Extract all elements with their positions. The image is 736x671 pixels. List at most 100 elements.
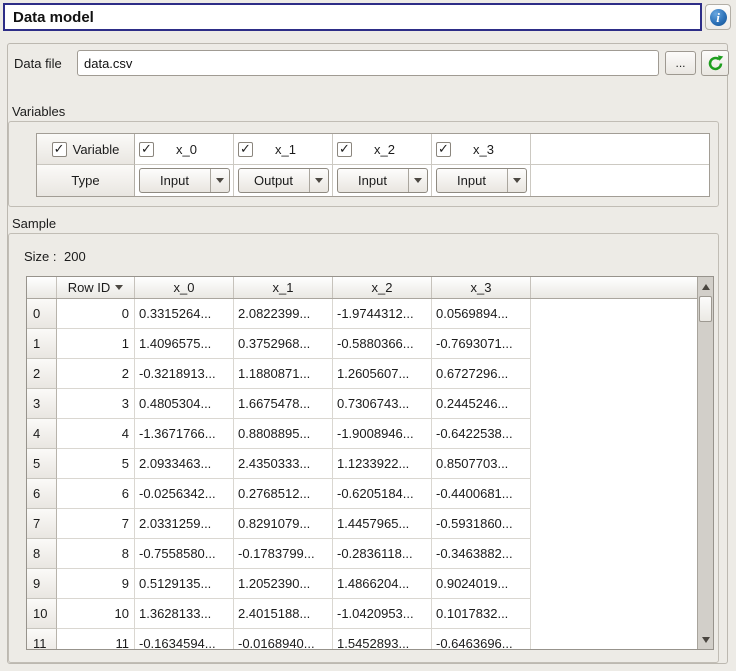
cell-x_1[interactable]: 1.1880871... (234, 359, 333, 389)
cell-x_1[interactable]: 0.2768512... (234, 479, 333, 509)
row-number-cell[interactable]: 10 (27, 599, 57, 629)
cell-x_0[interactable]: -0.7558580... (135, 539, 234, 569)
row-id-cell[interactable]: 0 (57, 299, 135, 329)
cell-x_3[interactable]: 0.6727296... (432, 359, 531, 389)
checkbox-x_1[interactable] (238, 142, 253, 157)
table-row[interactable]: 7 7 2.0331259... 0.8291079... 1.4457965.… (27, 509, 713, 539)
vertical-scrollbar[interactable] (697, 277, 713, 649)
cell-x_1[interactable]: 0.8291079... (234, 509, 333, 539)
cell-x_0[interactable]: 1.3628133... (135, 599, 234, 629)
cell-x_2[interactable]: 1.2605607... (333, 359, 432, 389)
combo-arrow-box[interactable] (507, 169, 526, 192)
type-combo-x_2[interactable]: Input (337, 168, 428, 193)
cell-x_3[interactable]: 0.9024019... (432, 569, 531, 599)
row-id-cell[interactable]: 1 (57, 329, 135, 359)
table-row[interactable]: 4 4 -1.3671766... 0.8808895... -1.900894… (27, 419, 713, 449)
column-header-x_2[interactable]: x_2 (333, 277, 432, 298)
row-id-cell[interactable]: 11 (57, 629, 135, 650)
cell-x_0[interactable]: -0.0256342... (135, 479, 234, 509)
variable-cell-x_0[interactable]: x_0 (135, 134, 234, 165)
cell-x_2[interactable]: 1.4457965... (333, 509, 432, 539)
cell-x_2[interactable]: 1.1233922... (333, 449, 432, 479)
table-row[interactable]: 1 1 1.4096575... 0.3752968... -0.5880366… (27, 329, 713, 359)
column-header-x_1[interactable]: x_1 (234, 277, 333, 298)
cell-x_2[interactable]: -0.2836118... (333, 539, 432, 569)
type-combo-x_1[interactable]: Output (238, 168, 329, 193)
cell-x_3[interactable]: 0.0569894... (432, 299, 531, 329)
cell-x_1[interactable]: 0.8808895... (234, 419, 333, 449)
info-button[interactable]: i (705, 4, 731, 30)
row-number-cell[interactable]: 7 (27, 509, 57, 539)
cell-x_1[interactable]: 2.4350333... (234, 449, 333, 479)
row-id-cell[interactable]: 3 (57, 389, 135, 419)
cell-x_3[interactable]: -0.7693071... (432, 329, 531, 359)
table-row[interactable]: 3 3 0.4805304... 1.6675478... 0.7306743.… (27, 389, 713, 419)
cell-x_0[interactable]: 0.5129135... (135, 569, 234, 599)
table-row[interactable]: 5 5 2.0933463... 2.4350333... 1.1233922.… (27, 449, 713, 479)
variable-cell-x_3[interactable]: x_3 (432, 134, 531, 165)
cell-x_0[interactable]: 1.4096575... (135, 329, 234, 359)
row-id-cell[interactable]: 6 (57, 479, 135, 509)
variable-row-header[interactable]: Variable (37, 134, 135, 165)
cell-x_2[interactable]: -1.9008946... (333, 419, 432, 449)
row-number-cell[interactable]: 11 (27, 629, 57, 650)
row-number-cell[interactable]: 8 (27, 539, 57, 569)
column-header-x_0[interactable]: x_0 (135, 277, 234, 298)
cell-x_1[interactable]: 2.0822399... (234, 299, 333, 329)
row-number-cell[interactable]: 1 (27, 329, 57, 359)
table-row[interactable]: 10 10 1.3628133... 2.4015188... -1.04209… (27, 599, 713, 629)
cell-x_2[interactable]: 0.7306743... (333, 389, 432, 419)
row-number-cell[interactable]: 3 (27, 389, 57, 419)
cell-x_0[interactable]: 2.0331259... (135, 509, 234, 539)
corner-header-cell[interactable] (27, 277, 57, 298)
cell-x_3[interactable]: -0.6463696... (432, 629, 531, 650)
row-id-cell[interactable]: 8 (57, 539, 135, 569)
checkbox-x_3[interactable] (436, 142, 451, 157)
table-row[interactable]: 6 6 -0.0256342... 0.2768512... -0.620518… (27, 479, 713, 509)
type-combo-x_0[interactable]: Input (139, 168, 230, 193)
row-number-cell[interactable]: 6 (27, 479, 57, 509)
row-number-cell[interactable]: 4 (27, 419, 57, 449)
row-number-cell[interactable]: 0 (27, 299, 57, 329)
cell-x_2[interactable]: -1.0420953... (333, 599, 432, 629)
row-id-cell[interactable]: 2 (57, 359, 135, 389)
cell-x_0[interactable]: -0.1634594... (135, 629, 234, 650)
type-combo-x_3[interactable]: Input (436, 168, 527, 193)
combo-arrow-box[interactable] (309, 169, 328, 192)
table-row[interactable]: 9 9 0.5129135... 1.2052390... 1.4866204.… (27, 569, 713, 599)
table-row[interactable]: 8 8 -0.7558580... -0.1783799... -0.28361… (27, 539, 713, 569)
variable-cell-x_1[interactable]: x_1 (234, 134, 333, 165)
cell-x_3[interactable]: 0.2445246... (432, 389, 531, 419)
column-header-row-id[interactable]: Row ID (57, 277, 135, 298)
row-id-cell[interactable]: 4 (57, 419, 135, 449)
cell-x_3[interactable]: -0.5931860... (432, 509, 531, 539)
cell-x_3[interactable]: -0.4400681... (432, 479, 531, 509)
browse-button[interactable]: ... (665, 51, 696, 75)
cell-x_0[interactable]: 0.3315264... (135, 299, 234, 329)
data-file-input[interactable] (77, 50, 659, 76)
cell-x_1[interactable]: 1.6675478... (234, 389, 333, 419)
cell-x_2[interactable]: -1.9744312... (333, 299, 432, 329)
combo-arrow-box[interactable] (210, 169, 229, 192)
checkbox-x_0[interactable] (139, 142, 154, 157)
cell-x_1[interactable]: -0.1783799... (234, 539, 333, 569)
row-id-cell[interactable]: 10 (57, 599, 135, 629)
checkbox-x_2[interactable] (337, 142, 352, 157)
refresh-button[interactable] (701, 50, 729, 76)
row-number-cell[interactable]: 9 (27, 569, 57, 599)
cell-x_3[interactable]: 0.1017832... (432, 599, 531, 629)
scroll-down-button[interactable] (698, 631, 713, 648)
table-row[interactable]: 2 2 -0.3218913... 1.1880871... 1.2605607… (27, 359, 713, 389)
cell-x_2[interactable]: 1.5452893... (333, 629, 432, 650)
cell-x_1[interactable]: -0.0168940... (234, 629, 333, 650)
cell-x_2[interactable]: 1.4866204... (333, 569, 432, 599)
cell-x_0[interactable]: -0.3218913... (135, 359, 234, 389)
table-row[interactable]: 11 11 -0.1634594... -0.0168940... 1.5452… (27, 629, 713, 650)
cell-x_3[interactable]: -0.3463882... (432, 539, 531, 569)
table-row[interactable]: 0 0 0.3315264... 2.0822399... -1.9744312… (27, 299, 713, 329)
cell-x_3[interactable]: 0.8507703... (432, 449, 531, 479)
cell-x_2[interactable]: -0.5880366... (333, 329, 432, 359)
row-number-cell[interactable]: 2 (27, 359, 57, 389)
cell-x_1[interactable]: 0.3752968... (234, 329, 333, 359)
variable-all-checkbox[interactable] (52, 142, 67, 157)
